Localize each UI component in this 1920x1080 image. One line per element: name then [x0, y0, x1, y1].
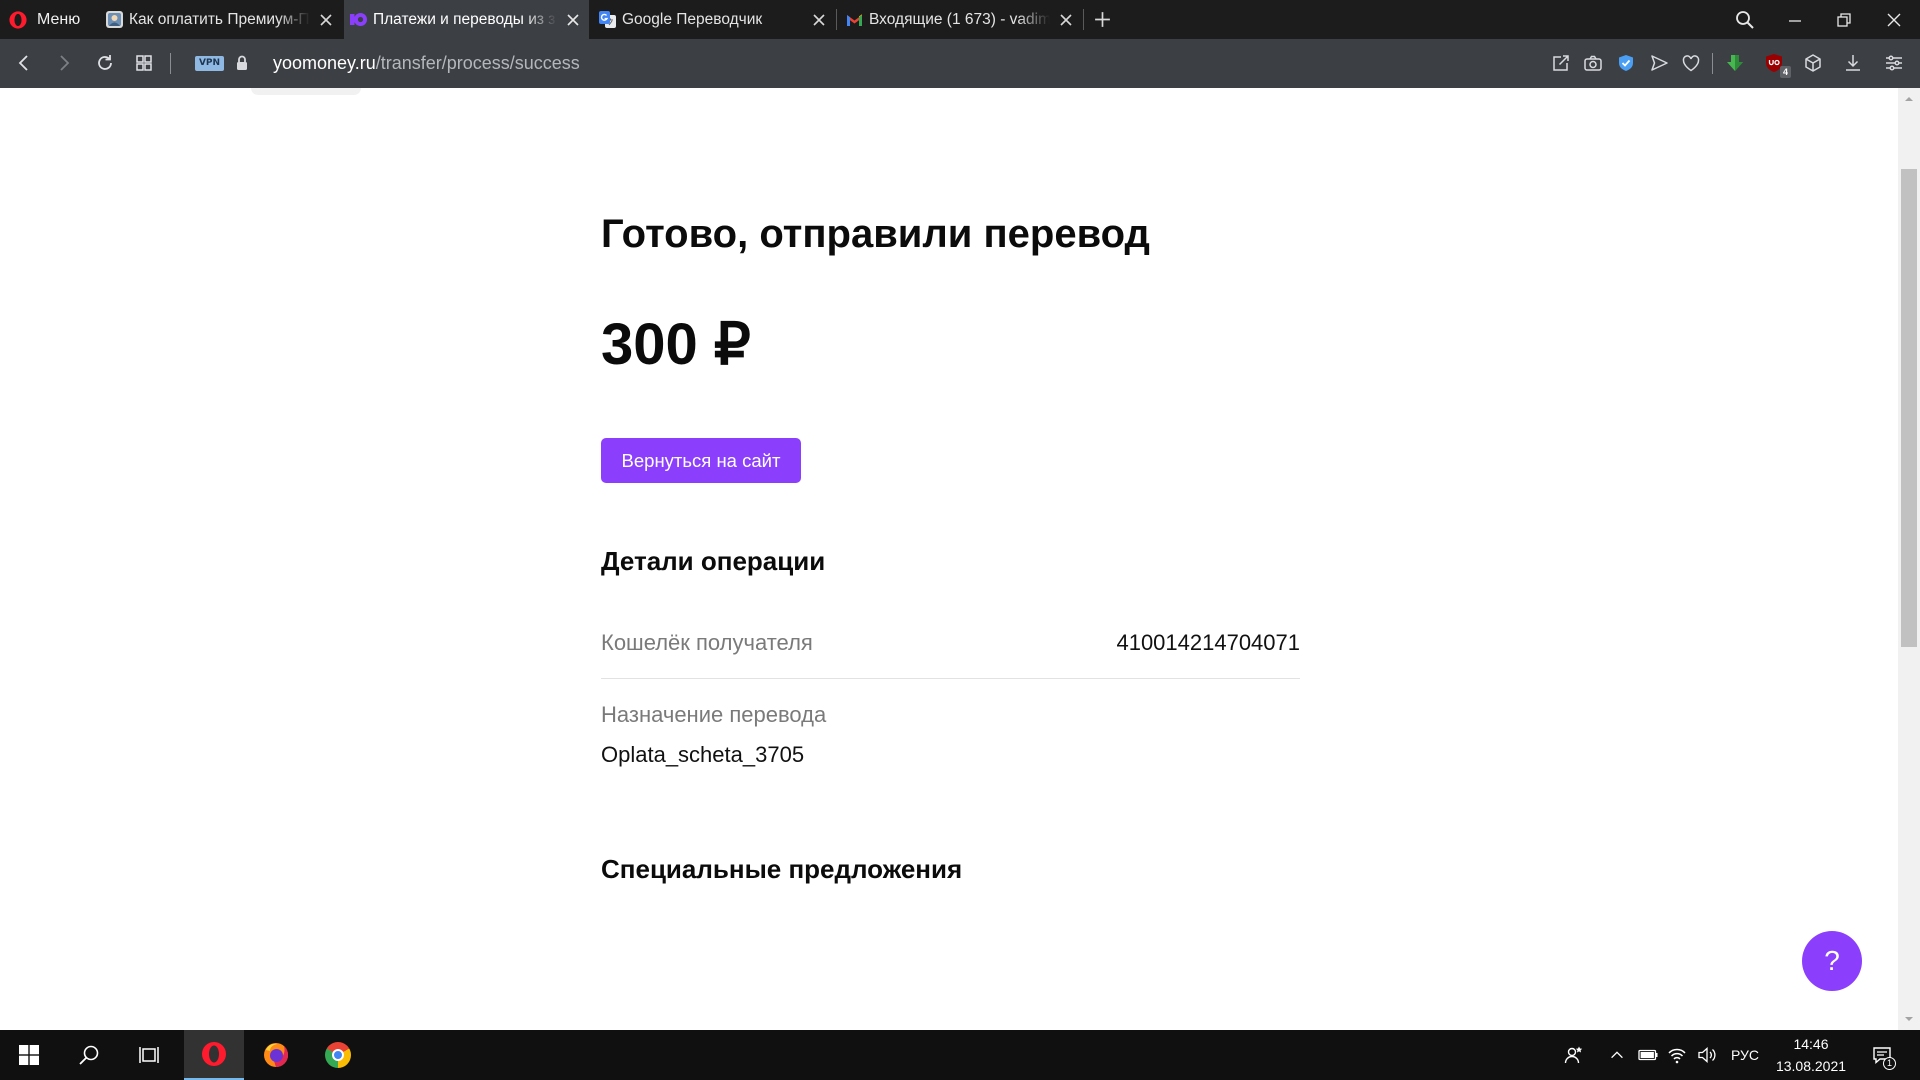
opera-logo-icon: [8, 10, 28, 30]
toolbar-separator: [170, 53, 171, 74]
lock-icon[interactable]: [231, 52, 253, 74]
menu-label: Меню: [37, 10, 81, 28]
clock-date: 13.08.2021: [1775, 1058, 1847, 1074]
tab-title: Google Переводчик: [622, 10, 763, 28]
share-icon[interactable]: [1550, 52, 1572, 74]
task-view-icon[interactable]: [120, 1030, 178, 1080]
url-host: yoomoney.ru: [273, 53, 376, 73]
battery-icon[interactable]: [1634, 1030, 1662, 1080]
return-to-site-button[interactable]: Вернуться на сайт: [601, 438, 801, 483]
tab-close-icon[interactable]: [1058, 12, 1074, 28]
purpose-value: Oplata_scheta_3705: [601, 742, 805, 767]
downloads-icon[interactable]: [1842, 52, 1864, 74]
tab-title: Как оплатить Премиум-По: [129, 10, 310, 28]
tab-close-icon[interactable]: [565, 12, 581, 28]
special-offers-heading: Специальные предложения: [601, 854, 963, 884]
recipient-wallet-row: Кошелёк получателя 410014214704071: [601, 629, 1300, 657]
transfer-amount: 300 ₽: [601, 312, 751, 377]
show-hidden-icons-chevron-icon[interactable]: [1605, 1030, 1629, 1080]
scrollbar-thumb[interactable]: [1901, 169, 1917, 647]
url-path: /transfer/process/success: [375, 53, 580, 73]
action-center-notification-icon[interactable]: 1: [1864, 1030, 1900, 1080]
tab-close-icon[interactable]: [318, 12, 334, 28]
recipient-wallet-value: 410014214704071: [1116, 630, 1300, 655]
people-icon[interactable]: [1560, 1030, 1588, 1080]
back-icon[interactable]: [13, 52, 35, 74]
windows-search-icon[interactable]: [60, 1030, 118, 1080]
tab-title: Платежи и переводы из з: [373, 10, 556, 28]
browser-address-toolbar: VPN yoomoney.ru/transfer/process/success…: [0, 39, 1920, 88]
windows-taskbar: РУС 14:46 13.08.2021 1: [0, 1030, 1920, 1080]
google-translate-favicon-icon: [598, 10, 617, 29]
bookmark-heart-icon[interactable]: [1680, 52, 1702, 74]
extensions-cube-icon[interactable]: [1802, 52, 1824, 74]
scrolled-header-fragment: [251, 88, 361, 95]
tracker-blocker-shield-icon[interactable]: [1615, 52, 1637, 74]
purpose-label: Назначение перевода: [601, 702, 827, 727]
help-button[interactable]: ?: [1802, 931, 1862, 991]
page-title: Готово, отправили перевод: [601, 212, 1150, 256]
chrome-icon[interactable]: [308, 1030, 368, 1080]
recipient-wallet-label: Кошелёк получателя: [601, 630, 813, 655]
scroll-down-arrow-icon[interactable]: [1903, 1014, 1915, 1024]
opera-menu-button[interactable]: Меню: [8, 0, 90, 39]
page-scrollbar[interactable]: [1898, 88, 1920, 1030]
restore-icon[interactable]: [1824, 0, 1864, 39]
wifi-icon[interactable]: [1664, 1030, 1690, 1080]
forward-icon[interactable]: [53, 52, 75, 74]
details-divider: [601, 678, 1300, 679]
opera-icon[interactable]: [184, 1030, 244, 1080]
minimize-icon[interactable]: [1775, 0, 1815, 39]
download-extension-arrow-icon[interactable]: [1724, 52, 1746, 74]
tab-google-translate[interactable]: Google Переводчик: [593, 0, 835, 39]
tab-kak-oplatit[interactable]: Как оплатить Премиум-По: [100, 0, 342, 39]
send-flow-icon[interactable]: [1648, 52, 1670, 74]
speed-dial-grid-icon[interactable]: [133, 52, 155, 74]
firefox-icon[interactable]: [246, 1030, 306, 1080]
windows-start-icon[interactable]: [0, 1030, 58, 1080]
clock-time: 14:46: [1793, 1036, 1829, 1052]
browser-tab-bar: Меню Как оплатить Премиум-По Платежи и п…: [0, 0, 1920, 39]
notification-count-badge: 1: [1883, 1057, 1896, 1070]
tab-yoomoney-payments[interactable]: Платежи и переводы из з: [344, 0, 589, 39]
page-content: Готово, отправили перевод 300 ₽ Вернутьс…: [0, 88, 1898, 1030]
article-favicon-icon: [105, 10, 124, 29]
tab-separator: [1083, 9, 1084, 30]
address-field[interactable]: yoomoney.ru/transfer/process/success: [273, 39, 580, 88]
volume-icon[interactable]: [1694, 1030, 1720, 1080]
clock[interactable]: 14:46 13.08.2021: [1765, 1033, 1857, 1077]
new-tab-plus-icon[interactable]: [1093, 10, 1112, 29]
scroll-up-arrow-icon[interactable]: [1903, 94, 1915, 104]
tab-close-icon[interactable]: [811, 12, 827, 28]
toolbar-separator: [1712, 53, 1713, 74]
reload-icon[interactable]: [94, 52, 116, 74]
chrome-logo: [325, 1042, 351, 1068]
details-heading: Детали операции: [601, 546, 826, 576]
tab-separator: [836, 9, 837, 30]
snapshot-camera-icon[interactable]: [1582, 52, 1604, 74]
gmail-favicon-icon: [845, 10, 864, 29]
yoomoney-favicon-icon: [349, 10, 368, 29]
ublock-badge: 4: [1780, 66, 1791, 78]
tab-title: Входящие (1 673) - vadim.l: [869, 10, 1050, 28]
tab-gmail-inbox[interactable]: Входящие (1 673) - vadim.l: [840, 0, 1082, 39]
tab-search-icon[interactable]: [1725, 0, 1765, 39]
easy-setup-icon[interactable]: [1883, 52, 1905, 74]
close-window-icon[interactable]: [1874, 0, 1914, 39]
input-language-indicator[interactable]: РУС: [1723, 1030, 1767, 1080]
vpn-badge[interactable]: VPN: [195, 56, 224, 71]
